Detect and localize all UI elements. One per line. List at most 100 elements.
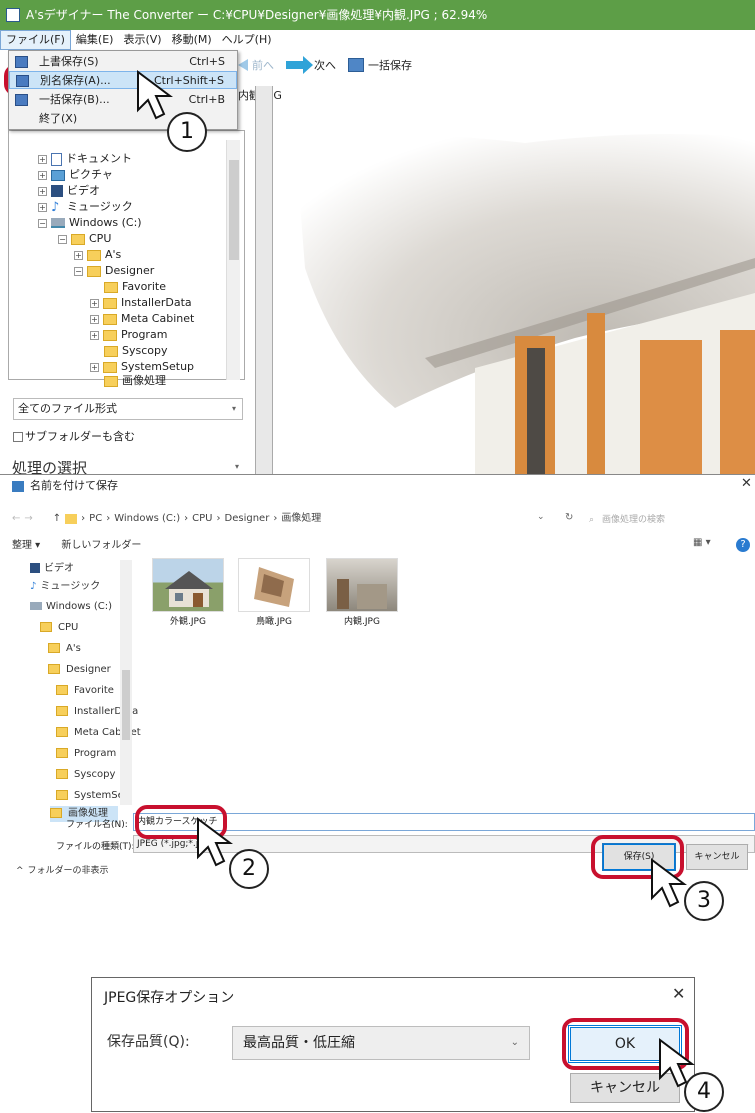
breadcrumb-sep: › [81, 513, 86, 524]
back-icon[interactable]: ← [12, 508, 20, 530]
music-icon: ♪ [51, 199, 60, 215]
tree-item-cpu[interactable]: − CPU [58, 231, 111, 247]
refresh-icon[interactable]: ↻ [565, 512, 573, 523]
collapse-icon[interactable]: − [74, 266, 83, 276]
menu-help[interactable]: ヘルプ(H) [217, 30, 277, 50]
breadcrumb-pc[interactable]: PC [89, 508, 102, 530]
breadcrumb-windows-c[interactable]: Windows (C:) [114, 508, 180, 530]
video-icon [51, 185, 63, 197]
folder-icon [104, 345, 118, 357]
picture-icon [51, 169, 65, 181]
arrow-left-icon [238, 59, 248, 71]
expand-icon[interactable]: + [90, 298, 99, 308]
breadcrumb-image-processing[interactable]: 画像処理 [281, 508, 321, 530]
up-icon[interactable]: ↑ [53, 508, 61, 530]
nav-item-program[interactable]: Program [56, 746, 116, 762]
jpeg-dialog-title: JPEG保存オプション [104, 990, 235, 1006]
tree-item-installerdata[interactable]: + InstallerData [90, 295, 192, 311]
menu-file[interactable]: ファイル(F) [0, 30, 71, 50]
scroll-thumb[interactable] [122, 670, 130, 740]
birdseye-plan-image [254, 567, 294, 607]
collapse-icon[interactable]: − [58, 234, 67, 244]
menu-move[interactable]: 移動(M) [167, 30, 217, 50]
close-icon[interactable]: ✕ [672, 984, 685, 1003]
hide-folders-toggle[interactable]: ^ フォルダーの非表示 [16, 864, 109, 878]
pane-splitter[interactable] [255, 86, 273, 474]
expand-icon[interactable]: + [74, 250, 83, 260]
collapse-icon[interactable]: − [38, 218, 47, 228]
tree-item-windows-c[interactable]: − Windows (C:) [38, 215, 142, 231]
tree-item-documents[interactable]: + ドキュメント [38, 151, 132, 167]
file-type-filter[interactable]: 全てのファイル形式 ▾ [13, 398, 243, 420]
nav-item-windows-c[interactable]: Windows (C:) [30, 599, 112, 615]
organize-button[interactable]: 整理 ▾ [12, 540, 40, 551]
expand-icon[interactable]: + [38, 170, 47, 180]
help-icon[interactable]: ? [736, 538, 750, 552]
save-icon [15, 56, 28, 68]
quality-select[interactable]: 最高品質・低圧縮 ⌄ [232, 1026, 530, 1060]
tree-item-meta-cabinet[interactable]: + Meta Cabinet [90, 311, 194, 327]
expand-icon[interactable]: + [38, 186, 47, 196]
tree-label: ビデオ [67, 184, 100, 197]
tree-item-designer[interactable]: − Designer [74, 263, 154, 279]
menu-item-batch-save[interactable]: 一括保存(B)... Ctrl+B [9, 91, 237, 109]
file-name-exterior[interactable]: 外観.JPG [150, 614, 226, 627]
file-thumbnail-exterior[interactable] [152, 558, 224, 612]
tree-item-image-processing[interactable]: 画像処理 [104, 373, 166, 389]
batch-save-button[interactable]: 一括保存 [348, 57, 412, 73]
menu-view[interactable]: 表示(V) [118, 30, 166, 50]
tree-item-favorite[interactable]: Favorite [104, 279, 166, 295]
menu-item-save-as[interactable]: 別名保存(A)... Ctrl+Shift+S [9, 71, 237, 89]
nav-item-as[interactable]: A's [48, 641, 81, 657]
file-name-interior[interactable]: 内観.JPG [324, 614, 400, 627]
chevron-down-icon[interactable]: ▾ [235, 462, 239, 471]
chevron-down-icon[interactable]: ⌄ [537, 512, 545, 522]
nav-scrollbar[interactable] [120, 560, 132, 805]
menu-item-label: 上書保存(S) [39, 55, 99, 68]
nav-item-designer[interactable]: Designer [48, 662, 111, 678]
tree-item-program[interactable]: + Program [90, 327, 167, 343]
nav-item-syscopy[interactable]: Syscopy [56, 767, 115, 783]
view-options-icon[interactable]: ▦ ▾ [693, 537, 711, 548]
include-subfolders-checkbox[interactable]: サブフォルダーも含む [13, 429, 135, 445]
nav-label: ビデオ [44, 563, 74, 574]
new-folder-button[interactable]: 新しいフォルダー [61, 540, 141, 551]
file-name-birdseye[interactable]: 鳥瞰.JPG [236, 614, 312, 627]
menu-edit[interactable]: 編集(E) [71, 30, 119, 50]
tree-scrollbar[interactable] [226, 140, 240, 380]
breadcrumb-designer[interactable]: Designer [225, 508, 270, 530]
folder-icon [56, 727, 68, 737]
nav-item-videos[interactable]: ビデオ [30, 561, 74, 577]
expand-icon[interactable]: + [38, 202, 47, 212]
nav-item-music[interactable]: ♪ ミュージック [30, 579, 100, 595]
tree-item-pictures[interactable]: + ピクチャ [38, 167, 113, 183]
close-icon[interactable]: ✕ [741, 474, 755, 494]
file-thumbnail-birdseye[interactable] [238, 558, 310, 612]
expand-icon[interactable]: + [90, 330, 99, 340]
tree-item-syscopy[interactable]: Syscopy [104, 343, 168, 359]
next-button[interactable]: 次へ [286, 56, 336, 74]
save-dialog-title: 名前を付けて保存 [12, 478, 118, 494]
expand-icon[interactable]: + [90, 314, 99, 324]
folder-icon [103, 297, 117, 309]
forward-icon[interactable]: → [24, 508, 32, 530]
expand-icon[interactable]: + [90, 362, 99, 372]
expand-icon[interactable]: + [38, 154, 47, 164]
tree-item-music[interactable]: + ♪ ミュージック [38, 199, 133, 215]
tree-item-videos[interactable]: + ビデオ [38, 183, 100, 199]
file-thumbnail-interior[interactable] [326, 558, 398, 612]
nav-label: Program [74, 748, 117, 759]
prev-button[interactable]: 前へ [238, 57, 274, 73]
search-box[interactable]: ⌕ 画像処理の検索 [589, 512, 755, 528]
shortcut-label: Ctrl+S [189, 55, 225, 68]
menu-item-overwrite-save[interactable]: 上書保存(S) Ctrl+S [9, 53, 237, 71]
nav-item-cpu[interactable]: CPU [40, 620, 78, 636]
tree-item-as[interactable]: + A's [74, 247, 121, 263]
tree-label: Designer [105, 264, 155, 277]
nav-item-systemsetup[interactable]: SystemSetup [56, 788, 122, 804]
scroll-thumb[interactable] [229, 160, 239, 260]
breadcrumb-cpu[interactable]: CPU [192, 508, 212, 530]
step-marker-3: 3 [684, 881, 724, 921]
nav-item-favorite[interactable]: Favorite [56, 683, 114, 699]
toolbar: 前へ 次へ 一括保存 [238, 50, 755, 80]
